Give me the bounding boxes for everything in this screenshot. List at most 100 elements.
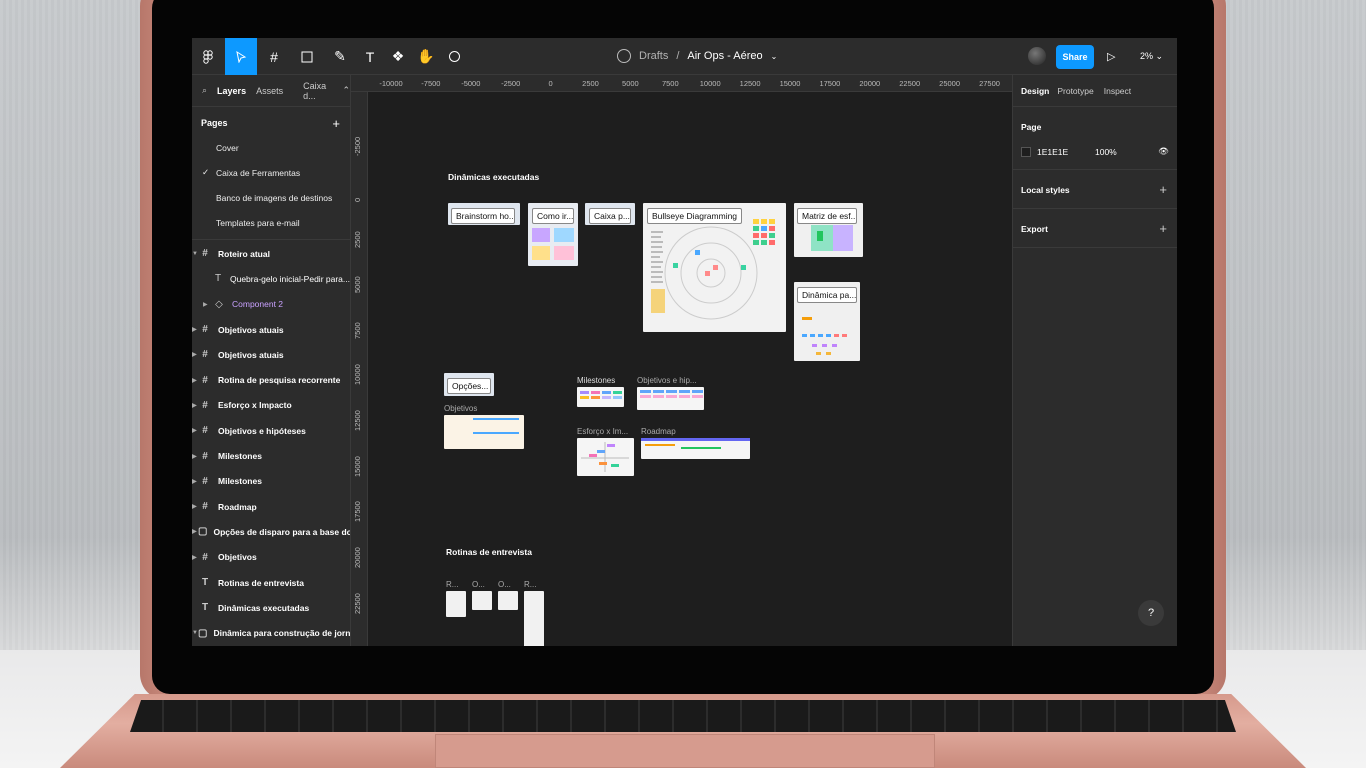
esforco-label[interactable]: Esforço x Im... [577, 427, 628, 436]
milestones-label[interactable]: Milestones [577, 376, 615, 385]
add-export-icon[interactable]: + [1159, 221, 1167, 236]
roadmap-header-bar [641, 438, 750, 441]
tab-design[interactable]: Design [1021, 86, 1049, 96]
caret-icon[interactable]: ▶ [192, 351, 197, 358]
text-icon: T [201, 602, 209, 614]
share-button[interactable]: Share [1056, 45, 1094, 69]
page-item-templates[interactable]: Templates para e-mail [192, 210, 350, 235]
frame-tool-icon[interactable]: # [258, 38, 290, 75]
eye-icon[interactable]: 👁 [1158, 146, 1169, 157]
como-ir-tag[interactable]: Como ir... [532, 208, 574, 224]
layer-row[interactable]: ▶ # Objetivos [192, 545, 350, 570]
caret-icon[interactable]: ▼ [192, 251, 198, 257]
ruler-tick-label: 7500 [661, 79, 679, 88]
objetivos-hip-label[interactable]: Objetivos e hip... [637, 376, 697, 385]
caret-icon[interactable]: ▶ [192, 554, 197, 561]
section-title-dinamicas[interactable]: Dinâmicas executadas [448, 172, 539, 182]
search-icon[interactable]: ⌕ [202, 85, 207, 96]
main-menu-icon[interactable] [192, 38, 224, 75]
layer-row[interactable]: T Rotinas de entrevista [192, 570, 350, 595]
layer-row[interactable]: ▶ # Milestones [192, 443, 350, 468]
layer-label: Dinâmicas executadas [218, 602, 310, 613]
rotina-label[interactable]: O... [498, 580, 511, 589]
layer-row[interactable]: ▶ # Roadmap [192, 494, 350, 519]
pen-tool-icon[interactable]: ✎ [324, 38, 356, 75]
layer-row[interactable]: ▶ # Esforço x Impacto [192, 393, 350, 418]
trackpad [435, 734, 935, 768]
bg-opacity-input[interactable]: 100% [1095, 147, 1117, 157]
page-item-banco[interactable]: Banco de imagens de destinos [192, 185, 350, 210]
comment-tool-icon[interactable] [438, 38, 470, 75]
zoom-dropdown[interactable]: 2% ⌄ [1140, 51, 1163, 62]
layer-row[interactable]: ▼ ▢ Dinâmica para construção de jorn... [192, 620, 350, 645]
design-canvas[interactable]: -10000 -7500 -5000 -2500 0 2500 5000 7500 10000 1… [351, 75, 1012, 646]
caret-icon[interactable]: ▶ [192, 478, 197, 485]
page-item-cover[interactable]: Cover [192, 135, 350, 160]
rectangle-tool-icon[interactable] [291, 38, 323, 75]
caret-icon[interactable]: ▶ [192, 427, 197, 434]
layer-row[interactable]: ▼ # Roteiro atual [192, 241, 350, 266]
layer-row[interactable]: ▶ # Rotina de pesquisa recorrente [192, 367, 350, 392]
caret-icon[interactable]: ▶ [192, 503, 197, 510]
layer-row[interactable]: T Dinâmicas executadas [192, 595, 350, 620]
brainstorm-tag[interactable]: Brainstorm ho... [451, 208, 515, 224]
rotina-label[interactable]: R... [524, 580, 536, 589]
frame-icon: # [202, 450, 208, 462]
layers-panel: ⌕ Layers Assets Caixa d... ⌃ Pages + Cov… [192, 75, 351, 646]
opcoes-tag[interactable]: Opções... [447, 378, 491, 394]
page-item-caixa[interactable]: ✓ Caixa de Ferramentas [192, 160, 350, 185]
rotina-frame[interactable] [498, 591, 518, 610]
move-tool-icon[interactable] [225, 38, 257, 75]
horizontal-ruler: -10000 -7500 -5000 -2500 0 2500 5000 7500 10000 1… [351, 75, 1012, 92]
ruler-tick-label: 0 [353, 197, 362, 202]
present-play-icon[interactable]: ▷ [1107, 50, 1115, 63]
layer-row[interactable]: ▶ # Objetivos atuais [192, 342, 350, 367]
add-page-icon[interactable]: + [332, 116, 340, 131]
chevron-down-icon[interactable]: ⌄ [771, 52, 778, 61]
caret-icon[interactable]: ▶ [192, 402, 197, 409]
layer-label: Dinâmica para construção de jorn... [213, 628, 350, 639]
file-name[interactable]: Air Ops - Aéreo [687, 50, 762, 62]
caret-icon[interactable]: ▼ [192, 630, 198, 636]
tab-prototype[interactable]: Prototype [1057, 86, 1093, 96]
tab-layers[interactable]: Layers [217, 86, 246, 96]
rotina-frame[interactable] [524, 591, 544, 646]
tab-inspect[interactable]: Inspect [1104, 86, 1131, 96]
rotina-frame[interactable] [472, 591, 492, 610]
caixa-tag[interactable]: Caixa p... [589, 208, 631, 224]
sticky-cluster [532, 246, 550, 260]
ruler-tick-label: 15000 [353, 455, 362, 477]
chevron-up-icon[interactable]: ⌃ [342, 85, 350, 96]
color-swatch[interactable] [1021, 146, 1031, 157]
avatar[interactable] [1028, 47, 1046, 65]
caret-icon[interactable]: ▶ [192, 528, 197, 535]
objetivos-bar [473, 432, 519, 434]
section-title-rotinas[interactable]: Rotinas de entrevista [446, 547, 532, 557]
layer-row[interactable]: ▶ ▢ Opções de disparo para a base do... [192, 519, 350, 544]
caret-icon[interactable]: ▶ [203, 301, 208, 308]
hipotese-chips [640, 390, 703, 398]
tab-assets[interactable]: Assets [256, 86, 283, 96]
layer-row[interactable]: T Quebra-gelo inicial-Pedir para... [192, 266, 350, 291]
tab-page-switch[interactable]: Caixa d... [303, 81, 332, 101]
breadcrumb-separator: / [676, 50, 680, 62]
rotina-frame[interactable] [446, 591, 466, 617]
rotina-label[interactable]: O... [472, 580, 485, 589]
help-button[interactable]: ? [1138, 600, 1164, 626]
caret-icon[interactable]: ▶ [192, 326, 197, 333]
matriz-tag[interactable]: Matriz de esf... [797, 208, 857, 224]
layer-row[interactable]: ▶ # Milestones [192, 469, 350, 494]
team-icon [617, 49, 631, 63]
roadmap-label[interactable]: Roadmap [641, 427, 676, 436]
caret-icon[interactable]: ▶ [192, 453, 197, 460]
rotina-label[interactable]: R... [446, 580, 458, 589]
sticky-grid [753, 219, 775, 245]
layer-row[interactable]: ▶ # Objetivos e hipóteses [192, 418, 350, 443]
layer-row[interactable]: ▶ ◇ Component 2 [192, 292, 350, 317]
breadcrumb-project[interactable]: Drafts [639, 50, 668, 62]
caret-icon[interactable]: ▶ [192, 377, 197, 384]
bg-hex-input[interactable]: 1E1E1E [1037, 147, 1095, 157]
layer-row[interactable]: ▶ # Objetivos atuais [192, 317, 350, 342]
add-style-icon[interactable]: + [1159, 182, 1167, 197]
objetivos-label[interactable]: Objetivos [444, 404, 477, 413]
